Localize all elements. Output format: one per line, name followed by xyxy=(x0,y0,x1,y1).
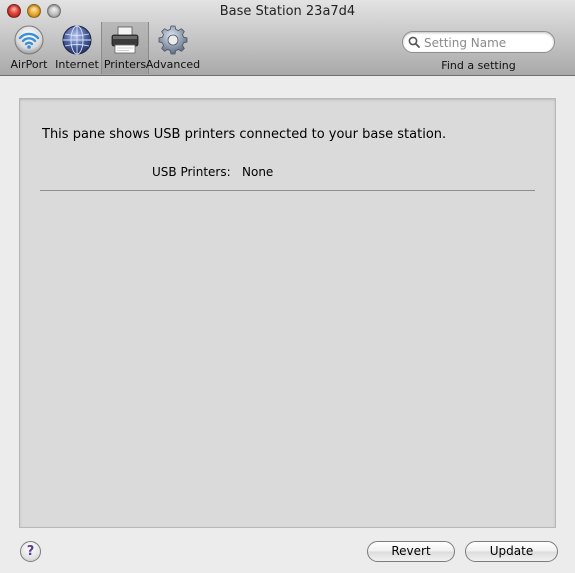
help-button[interactable]: ? xyxy=(20,541,41,562)
toolbar-item-airport[interactable]: AirPort xyxy=(5,22,53,74)
toolbar-item-printers[interactable]: Printers xyxy=(101,22,149,74)
printer-icon xyxy=(111,26,139,54)
search-field xyxy=(402,31,555,53)
toolbar-item-label: AirPort xyxy=(10,58,48,71)
divider xyxy=(40,190,535,191)
toolbar-item-label: Advanced xyxy=(145,58,201,71)
search-caption: Find a setting xyxy=(441,59,516,72)
update-button[interactable]: Update xyxy=(465,541,558,562)
gear-icon xyxy=(158,25,188,55)
usb-printers-label: USB Printers: xyxy=(152,165,231,179)
search-icon xyxy=(408,36,420,48)
toolbar-item-label: Internet xyxy=(55,58,99,71)
search-input[interactable] xyxy=(422,34,551,52)
toolbar-item-advanced[interactable]: Advanced xyxy=(145,22,201,74)
airport-icon xyxy=(14,25,44,55)
toolbar-area: Base Station 23a7d4 AirPort Internet Pri… xyxy=(0,0,575,76)
printers-pane: This pane shows USB printers connected t… xyxy=(19,98,556,528)
toolbar-item-label: Printers xyxy=(103,58,147,71)
base-station-window: Base Station 23a7d4 AirPort Internet Pri… xyxy=(0,0,575,573)
toolbar-item-internet[interactable]: Internet xyxy=(53,22,101,74)
pane-description: This pane shows USB printers connected t… xyxy=(42,127,447,142)
search-box xyxy=(402,31,555,53)
usb-printers-value: None xyxy=(242,165,274,179)
globe-icon xyxy=(62,25,92,55)
toolbar: AirPort Internet Printers Advanced xyxy=(5,22,201,74)
window-title: Base Station 23a7d4 xyxy=(219,4,356,19)
revert-button[interactable]: Revert xyxy=(367,541,455,562)
